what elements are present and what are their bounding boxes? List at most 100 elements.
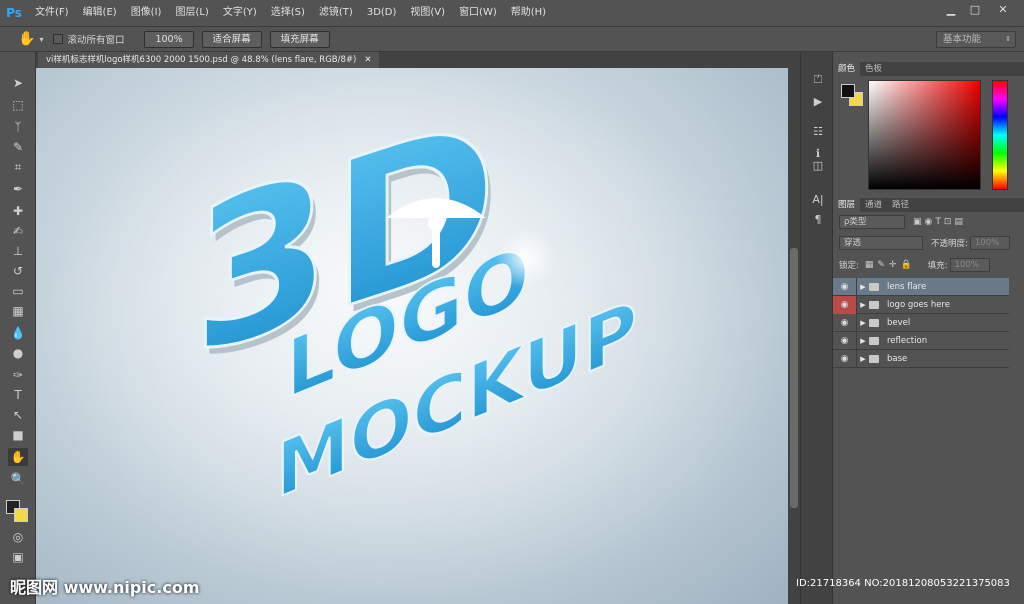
layer-name: bevel	[887, 317, 911, 328]
blend-mode-select[interactable]: 穿透	[839, 236, 923, 250]
minimize-button[interactable]: ▁	[940, 2, 962, 18]
layer-row-reflection[interactable]: ◉ ▶ reflection	[833, 331, 1009, 350]
layers-panel-tabs: 图层 通道 路径	[833, 198, 1024, 212]
dodge-tool-icon[interactable]: ●	[8, 344, 28, 362]
tab-layers[interactable]: 图层	[833, 198, 861, 212]
layer-filter-select[interactable]: ρ类型	[839, 215, 905, 229]
screen-mode-icon[interactable]: ▣	[8, 548, 28, 566]
layer-row-lens-flare[interactable]: ◉ ▶ lens flare	[833, 277, 1009, 296]
expand-triangle-icon[interactable]: ▶	[857, 337, 869, 345]
layer-row-base[interactable]: ◉ ▶ base	[833, 349, 1009, 368]
fill-screen-button[interactable]: 填充屏幕	[269, 30, 330, 48]
menu-help[interactable]: 帮助(H)	[504, 0, 553, 26]
visibility-eye-icon[interactable]: ◉	[833, 295, 857, 314]
workspace-select[interactable]: 基本功能 ⇕	[936, 31, 1016, 48]
color-spectrum[interactable]	[868, 80, 981, 190]
background-color-swatch[interactable]	[14, 508, 28, 522]
menu-file[interactable]: 文件(F)	[28, 0, 76, 26]
menu-type[interactable]: 文字(Y)	[216, 0, 264, 26]
tools-panel: ➤ ⬚ ᛉ ✎ ⌗ ✒ ✚ ✍ ⊥ ↺ ▭ ▦ 💧 ● ✑ T ↖ ■ ✋ 🔍 …	[0, 52, 36, 604]
menu-select[interactable]: 选择(S)	[264, 0, 312, 26]
lock-icons[interactable]: ▦✎✛🔒	[865, 260, 916, 270]
filter-icons[interactable]: ▣◉T⊡▤	[913, 217, 966, 227]
blend-row: 穿透 不透明度: 100%	[835, 235, 1023, 251]
menu-image[interactable]: 图像(I)	[124, 0, 169, 26]
clone-stamp-tool-icon[interactable]: ⊥	[8, 242, 28, 260]
tab-paths[interactable]: 路径	[887, 198, 914, 212]
history-panel-icon[interactable]: ⏍	[809, 72, 827, 88]
properties-panel-icon[interactable]: ☷	[809, 124, 827, 140]
document-tab[interactable]: vi样机标志样机logo样机6300 2000 1500.psd @ 48.8%…	[38, 52, 380, 68]
visibility-eye-icon[interactable]: ◉	[833, 277, 857, 296]
menu-3d[interactable]: 3D(D)	[360, 0, 404, 26]
menu-view[interactable]: 视图(V)	[403, 0, 452, 26]
brush-tool-icon[interactable]: ✍	[8, 222, 28, 240]
maximize-button[interactable]: □	[964, 2, 986, 18]
scroll-all-windows-checkbox[interactable]	[53, 34, 64, 44]
tool-preset-chevron-icon[interactable]: ▾	[39, 35, 43, 44]
gradient-tool-icon[interactable]: ▦	[8, 302, 28, 320]
hand-tool-icon-active[interactable]: ✋	[8, 448, 28, 466]
layer-row-logo-goes-here[interactable]: ◉ ▶ logo goes here	[833, 295, 1009, 314]
eyedropper-tool-icon[interactable]: ✒	[8, 180, 28, 198]
panel-icon-strip: ⏍ ▶ ☷ ℹ ◫ A| ¶	[800, 52, 832, 604]
tab-swatches[interactable]: 色板	[860, 62, 887, 76]
path-select-tool-icon[interactable]: ↖	[8, 406, 28, 424]
layer-name: base	[887, 353, 908, 364]
eraser-tool-icon[interactable]: ▭	[8, 282, 28, 300]
zoom-tool-icon[interactable]: 🔍	[8, 470, 28, 488]
fit-screen-button[interactable]: 适合屏幕	[201, 30, 262, 48]
expand-triangle-icon[interactable]: ▶	[857, 283, 869, 291]
nipic-watermark: 昵图网 www.nipic.com	[10, 578, 200, 597]
healing-brush-tool-icon[interactable]: ✚	[8, 202, 28, 220]
actions-panel-icon[interactable]: ▶	[809, 94, 827, 110]
character-panel-icon[interactable]: A|	[809, 192, 827, 208]
paragraph-panel-icon[interactable]: ¶	[809, 212, 827, 228]
opacity-field[interactable]: 100%	[969, 236, 1010, 250]
menu-filter[interactable]: 滤镜(T)	[312, 0, 360, 26]
blur-tool-icon[interactable]: 💧	[8, 324, 28, 342]
zoom-100-button[interactable]: 100%	[144, 30, 194, 48]
shape-tool-icon[interactable]: ■	[8, 426, 28, 444]
expand-triangle-icon[interactable]: ▶	[857, 355, 869, 363]
tab-channels[interactable]: 通道	[860, 198, 887, 212]
canvas-vertical-scrollbar[interactable]	[788, 68, 800, 604]
adjust-panel-icon[interactable]: ◫	[809, 158, 827, 174]
close-window-button[interactable]: ✕	[992, 2, 1014, 18]
pen-tool-icon[interactable]: ✑	[8, 366, 28, 384]
color-fg-swatch[interactable]	[841, 84, 855, 98]
quick-select-tool-icon[interactable]: ✎	[8, 138, 28, 156]
menu-layer[interactable]: 图层(L)	[168, 0, 215, 26]
quick-mask-icon[interactable]: ◎	[8, 528, 28, 546]
move-tool-icon[interactable]: ➤	[8, 74, 28, 92]
tab-color[interactable]: 颜色	[833, 62, 861, 76]
visibility-eye-icon[interactable]: ◉	[833, 313, 857, 332]
opacity-label: 不透明度:	[931, 239, 968, 249]
photoshop-logo: Ps	[6, 6, 22, 20]
marquee-tool-icon[interactable]: ⬚	[8, 96, 28, 114]
crop-tool-icon[interactable]: ⌗	[8, 158, 28, 176]
fill-field[interactable]: 100%	[949, 258, 990, 272]
lasso-tool-icon[interactable]: ᛉ	[8, 118, 28, 136]
visibility-eye-icon[interactable]: ◉	[833, 349, 857, 368]
menu-edit[interactable]: 编辑(E)	[76, 0, 124, 26]
expand-triangle-icon[interactable]: ▶	[857, 301, 869, 309]
nipic-id-text: ID:21718364 NO:20181208053221375083	[796, 578, 1010, 589]
layer-row-bevel[interactable]: ◉ ▶ bevel	[833, 313, 1009, 332]
history-brush-tool-icon[interactable]: ↺	[8, 262, 28, 280]
hand-tool-icon[interactable]: ✋	[18, 31, 35, 47]
scrollbar-thumb[interactable]	[790, 248, 798, 508]
document-canvas[interactable]: 3D 3D LOGO MOCKUP	[36, 68, 788, 604]
hue-slider[interactable]	[992, 80, 1008, 190]
expand-triangle-icon[interactable]: ▶	[857, 319, 869, 327]
scroll-all-windows-label: 滚动所有窗口	[67, 35, 125, 46]
layer-name: lens flare	[887, 281, 927, 292]
document-tab-bar: vi样机标志样机logo样机6300 2000 1500.psd @ 48.8%…	[36, 52, 800, 68]
menu-window[interactable]: 窗口(W)	[452, 0, 504, 26]
folder-icon	[869, 300, 879, 309]
folder-icon	[869, 318, 879, 327]
visibility-eye-icon[interactable]: ◉	[833, 331, 857, 350]
close-tab-icon[interactable]: ✕	[364, 55, 371, 65]
type-tool-icon[interactable]: T	[8, 386, 28, 404]
document-tab-title: vi样机标志样机logo样机6300 2000 1500.psd @ 48.8%…	[46, 55, 357, 65]
